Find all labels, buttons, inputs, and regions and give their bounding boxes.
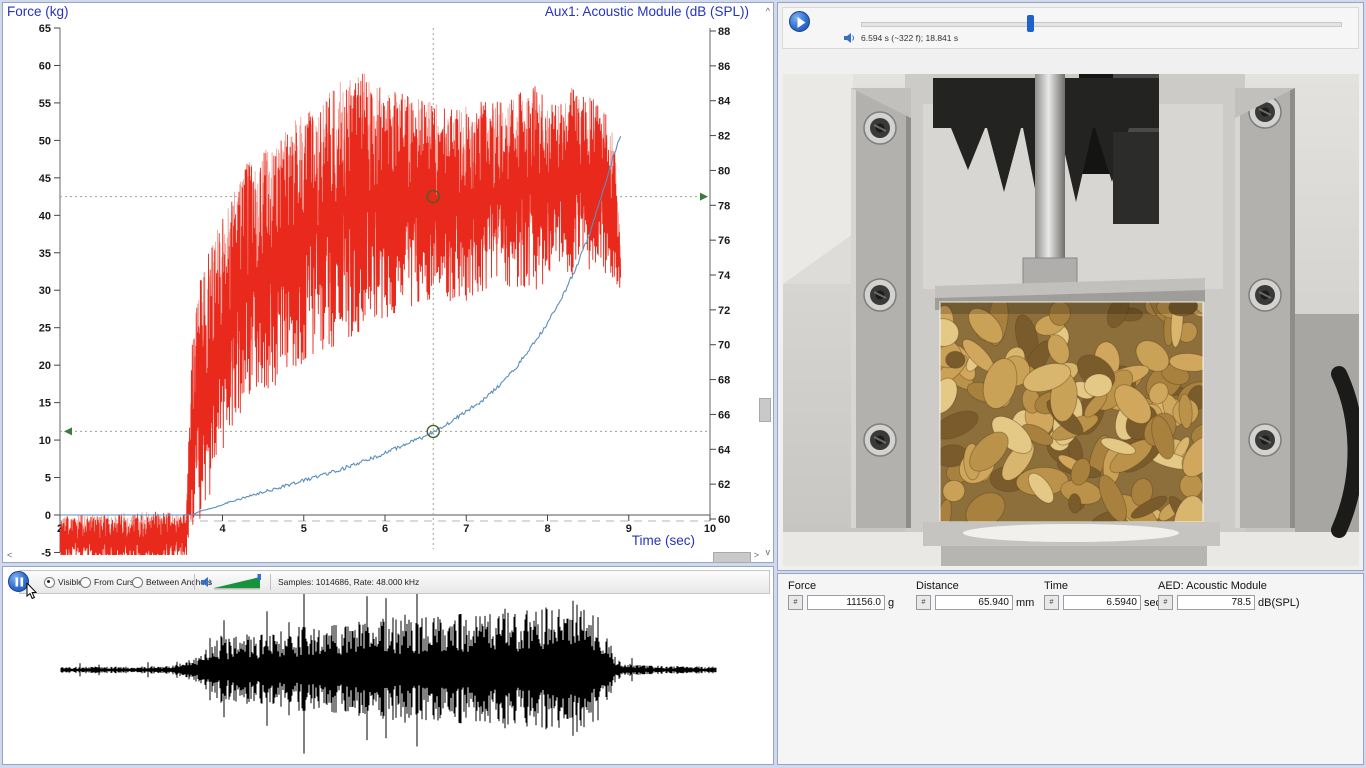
video-frame-cornflakes-press [783, 74, 1359, 566]
svg-text:25: 25 [39, 323, 51, 335]
video-time-text: 6.594 s (~322 f); 18.841 s [861, 33, 958, 43]
readout-time-label: Time [1044, 580, 1161, 592]
chart-vscroll-thumb[interactable] [759, 398, 771, 422]
svg-text:30: 30 [39, 285, 51, 297]
svg-text:4: 4 [219, 523, 226, 535]
svg-text:64: 64 [718, 444, 731, 456]
svg-text:84: 84 [718, 96, 731, 108]
radio-visible[interactable]: Visible [44, 571, 83, 593]
svg-text:82: 82 [718, 131, 730, 143]
svg-text:74: 74 [718, 270, 731, 282]
chart-scroll-down-icon[interactable]: v [766, 548, 771, 557]
toolbar-separator [194, 574, 195, 590]
video-controls: 6.594 s (~322 f); 18.841 s [782, 7, 1359, 49]
svg-text:-5: -5 [41, 547, 51, 559]
audio-waveform [4, 594, 773, 764]
waveform-toolbar: Visible From Cursor Between Anchors Samp… [19, 570, 770, 594]
svg-text:35: 35 [39, 248, 51, 260]
x-axis-title: Time (sec) [632, 533, 695, 548]
svg-text:20: 20 [39, 360, 51, 372]
svg-text:7: 7 [463, 523, 469, 535]
svg-text:86: 86 [718, 61, 730, 73]
svg-text:76: 76 [718, 235, 730, 247]
svg-text:60: 60 [718, 514, 730, 526]
volume-slider-thumb [258, 574, 262, 580]
svg-text:45: 45 [39, 173, 51, 185]
svg-text:68: 68 [718, 375, 730, 387]
readout-force-label: Force [788, 580, 894, 592]
play-icon [790, 12, 811, 33]
readout-time-value[interactable]: 6.5940 [1063, 595, 1141, 610]
svg-text:6: 6 [382, 523, 388, 535]
svg-text:65: 65 [39, 23, 51, 35]
svg-text:66: 66 [718, 409, 730, 421]
readout-aed-label: AED: Acoustic Module [1158, 580, 1300, 592]
readout-force-options-button[interactable]: # [788, 595, 803, 610]
samples-rate-text: Samples: 1014686, Rate: 48.000 kHz [278, 571, 419, 593]
readout-time: Time # 6.5940 sec [1044, 580, 1161, 610]
svg-text:5: 5 [45, 473, 51, 485]
svg-text:72: 72 [718, 305, 730, 317]
readout-aed-value[interactable]: 78.5 [1177, 595, 1255, 610]
readout-time-options-button[interactable]: # [1044, 595, 1059, 610]
readout-distance-value[interactable]: 65.940 [935, 595, 1013, 610]
readout-aed-unit: dB(SPL) [1258, 597, 1300, 609]
readout-force-value[interactable]: 11156.0 [807, 595, 885, 610]
svg-text:55: 55 [39, 98, 51, 110]
radio-between-anchors-circle[interactable] [132, 577, 143, 588]
video-panel: 6.594 s (~322 f); 18.841 s [777, 2, 1364, 571]
chart-hscroll-thumb[interactable] [713, 552, 751, 563]
audio-waveform-panel: Visible From Cursor Between Anchors Samp… [2, 566, 774, 765]
svg-text:40: 40 [39, 210, 51, 222]
volume-slider[interactable] [214, 574, 266, 591]
speaker-icon[interactable] [843, 32, 855, 44]
svg-text:15: 15 [39, 398, 51, 410]
readout-aed: AED: Acoustic Module # 78.5 dB(SPL) [1158, 580, 1300, 610]
readout-distance-unit: mm [1016, 597, 1034, 609]
toolbar-separator [270, 574, 271, 590]
radio-visible-circle[interactable] [44, 577, 55, 588]
readout-distance: Distance # 65.940 mm [916, 580, 1034, 610]
video-seek-thumb[interactable] [1027, 15, 1034, 32]
chart-scroll-left-icon[interactable]: < [7, 551, 12, 560]
force-acoustic-chart: 65605550454035302520151050-5888684828078… [3, 3, 773, 562]
svg-text:88: 88 [718, 26, 730, 38]
readout-force-unit: g [888, 597, 894, 609]
readout-panel: Force # 11156.0 g Distance # 65.940 mm T… [777, 573, 1364, 765]
svg-text:8: 8 [544, 523, 550, 535]
svg-text:62: 62 [718, 479, 730, 491]
readout-force: Force # 11156.0 g [788, 580, 894, 610]
play-button[interactable] [789, 11, 810, 32]
speaker-icon [200, 576, 212, 588]
chart-scroll-up-icon[interactable]: ^ [766, 7, 770, 16]
left-axis-title: Force (kg) [7, 4, 69, 19]
readout-distance-options-button[interactable]: # [916, 595, 931, 610]
chart-panel: 65605550454035302520151050-5888684828078… [2, 2, 774, 563]
svg-text:78: 78 [718, 200, 730, 212]
svg-text:50: 50 [39, 135, 51, 147]
svg-text:0: 0 [45, 510, 51, 522]
svg-text:10: 10 [39, 435, 51, 447]
svg-text:70: 70 [718, 340, 730, 352]
video-seek-slider[interactable] [861, 22, 1342, 27]
radio-from-cursor-circle[interactable] [80, 577, 91, 588]
svg-text:5: 5 [301, 523, 307, 535]
right-axis-title: Aux1: Acoustic Module (dB (SPL)) [545, 4, 749, 19]
readout-aed-options-button[interactable]: # [1158, 595, 1173, 610]
svg-text:60: 60 [39, 60, 51, 72]
chart-scroll-right-icon[interactable]: > [754, 551, 759, 560]
app-window: 65605550454035302520151050-5888684828078… [0, 0, 1366, 768]
svg-text:80: 80 [718, 165, 730, 177]
svg-text:10: 10 [704, 523, 716, 535]
readout-distance-label: Distance [916, 580, 1034, 592]
